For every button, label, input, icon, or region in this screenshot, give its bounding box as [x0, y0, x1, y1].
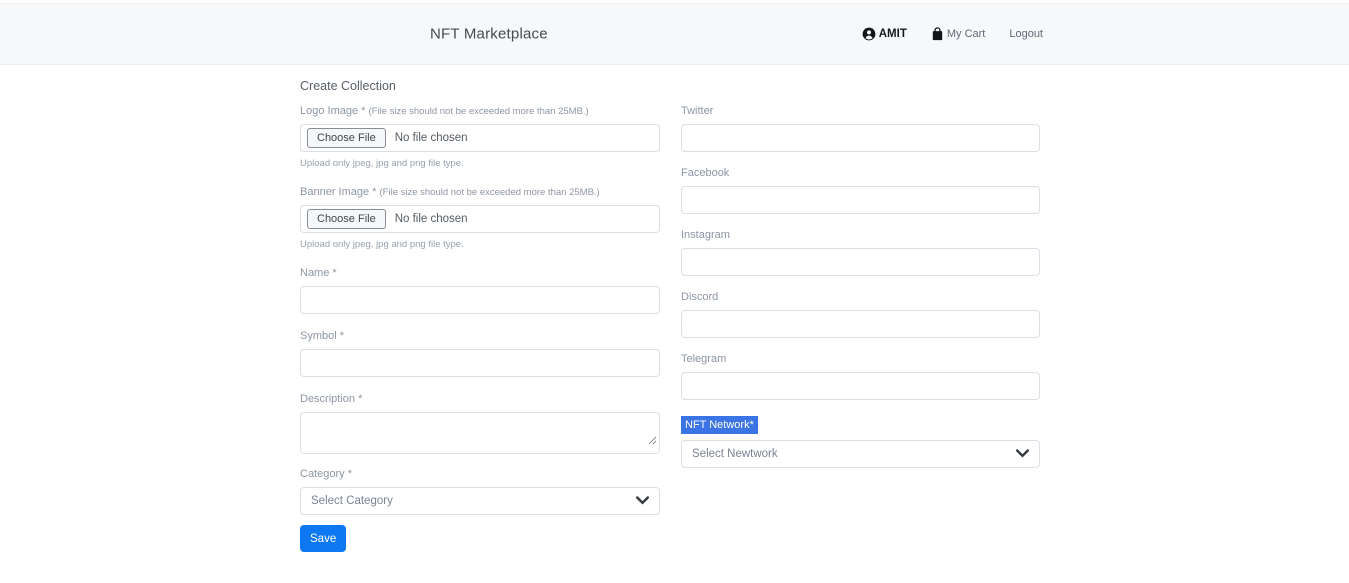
- instagram-group: Instagram: [681, 229, 1040, 276]
- save-button[interactable]: Save: [300, 525, 346, 552]
- navbar: NFT Marketplace AMIT My Cart Logout: [0, 3, 1349, 65]
- form-column-right: Twitter Facebook Instagram Discord Teleg…: [681, 105, 1040, 552]
- nft-network-select[interactable]: Select Newtwork: [681, 440, 1040, 468]
- banner-image-label: Banner Image * (File size should not be …: [300, 186, 660, 198]
- banner-image-size-note: (File size should not be exceeded more t…: [380, 187, 600, 198]
- chevron-down-icon: [636, 492, 649, 510]
- logo-file-status: No file chosen: [395, 132, 468, 144]
- category-select-value: Select Category: [311, 495, 393, 507]
- telegram-input[interactable]: [681, 372, 1040, 400]
- brand-title[interactable]: NFT Marketplace: [430, 26, 548, 43]
- category-group: Category * Select Category: [300, 468, 660, 515]
- nav-my-cart-label: My Cart: [947, 28, 986, 40]
- twitter-label: Twitter: [681, 105, 1040, 117]
- facebook-group: Facebook: [681, 167, 1040, 214]
- nft-network-group: NFT Network* Select Newtwork: [681, 415, 1040, 468]
- banner-file-status: No file chosen: [395, 213, 468, 225]
- logo-image-size-note: (File size should not be exceeded more t…: [369, 106, 589, 117]
- nft-network-select-value: Select Newtwork: [692, 448, 778, 460]
- nav-logout[interactable]: Logout: [1009, 28, 1043, 40]
- name-input[interactable]: [300, 286, 660, 314]
- instagram-input[interactable]: [681, 248, 1040, 276]
- banner-image-group: Banner Image * (File size should not be …: [300, 186, 660, 250]
- instagram-label: Instagram: [681, 229, 1040, 241]
- symbol-group: Symbol *: [300, 330, 660, 377]
- facebook-label: Facebook: [681, 167, 1040, 179]
- logo-file-input[interactable]: Choose File No file chosen: [300, 124, 660, 152]
- create-collection-page: Create Collection Logo Image * (File siz…: [0, 65, 1349, 552]
- logo-help-text: Upload only jpeg, jpg and png file type.: [300, 158, 660, 169]
- form-columns: Logo Image * (File size should not be ex…: [300, 105, 1349, 552]
- description-label: Description *: [300, 393, 660, 405]
- description-textarea[interactable]: [300, 412, 660, 454]
- nav-user[interactable]: AMIT: [862, 27, 907, 41]
- name-label: Name *: [300, 267, 660, 279]
- form-column-left: Logo Image * (File size should not be ex…: [300, 105, 660, 552]
- user-circle-icon: [862, 27, 876, 41]
- twitter-group: Twitter: [681, 105, 1040, 152]
- logo-image-label: Logo Image * (File size should not be ex…: [300, 105, 660, 117]
- telegram-label: Telegram: [681, 353, 1040, 365]
- category-label: Category *: [300, 468, 660, 480]
- logo-choose-file-button[interactable]: Choose File: [307, 128, 386, 148]
- discord-group: Discord: [681, 291, 1040, 338]
- logo-image-label-text: Logo Image *: [300, 105, 365, 117]
- twitter-input[interactable]: [681, 124, 1040, 152]
- banner-file-input[interactable]: Choose File No file chosen: [300, 205, 660, 233]
- category-select[interactable]: Select Category: [300, 487, 660, 515]
- logo-image-group: Logo Image * (File size should not be ex…: [300, 105, 660, 169]
- shopping-bag-icon: [931, 27, 944, 41]
- symbol-label: Symbol *: [300, 330, 660, 342]
- nft-network-label: NFT Network*: [681, 416, 758, 434]
- chevron-down-icon: [1016, 445, 1029, 463]
- banner-help-text: Upload only jpeg, jpg and png file type.: [300, 239, 660, 250]
- discord-input[interactable]: [681, 310, 1040, 338]
- facebook-input[interactable]: [681, 186, 1040, 214]
- discord-label: Discord: [681, 291, 1040, 303]
- banner-image-label-text: Banner Image *: [300, 186, 376, 198]
- symbol-input[interactable]: [300, 349, 660, 377]
- navbar-right: AMIT My Cart Logout: [862, 27, 1043, 41]
- description-group: Description *: [300, 393, 660, 454]
- page-title: Create Collection: [300, 79, 1349, 93]
- name-group: Name *: [300, 267, 660, 314]
- telegram-group: Telegram: [681, 353, 1040, 400]
- nav-user-label: AMIT: [879, 28, 907, 40]
- nav-my-cart[interactable]: My Cart: [931, 27, 986, 41]
- banner-choose-file-button[interactable]: Choose File: [307, 209, 386, 229]
